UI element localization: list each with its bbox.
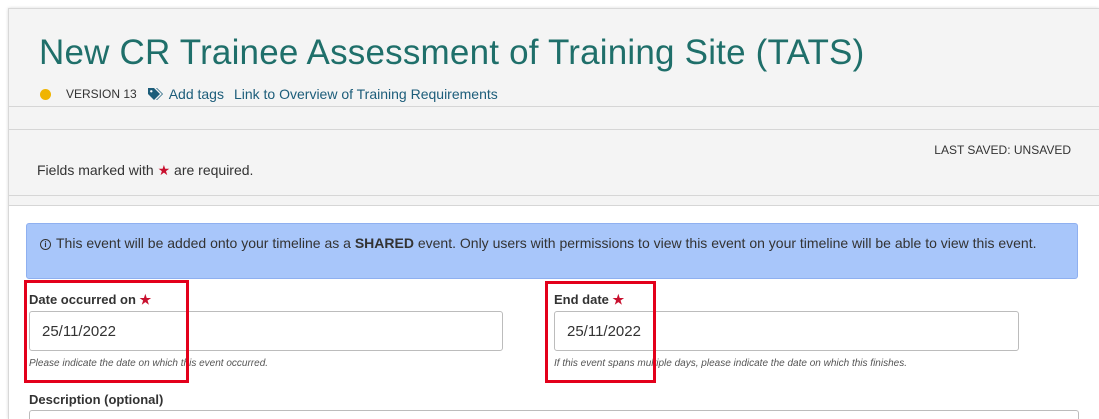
form-status-section: Fields marked with ★ are required. LAST …	[9, 131, 1099, 196]
page-title: New CR Trainee Assessment of Training Si…	[39, 33, 865, 72]
page-header: New CR Trainee Assessment of Training Si…	[9, 9, 1099, 107]
end-date-highlight-box	[545, 281, 656, 383]
last-saved-status: LAST SAVED: UNSAVED	[934, 143, 1071, 157]
info-text-strong: SHARED	[354, 235, 414, 251]
add-tags-link[interactable]: Add tags	[169, 86, 224, 102]
info-circle-icon: i	[40, 239, 51, 250]
overview-requirements-link[interactable]: Link to Overview of Training Requirement…	[234, 86, 498, 102]
description-input[interactable]	[29, 410, 1079, 419]
description-label: Description (optional)	[29, 392, 164, 407]
required-note: Fields marked with ★ are required.	[37, 162, 253, 179]
required-star-icon: ★	[157, 162, 171, 178]
section-divider	[9, 108, 1099, 130]
version-label: VERSION 13	[66, 87, 137, 101]
shared-event-info-alert: i This event will be added onto your time…	[26, 223, 1078, 279]
date-occurred-highlight-box	[24, 280, 189, 383]
form-meta-row: VERSION 13 Add tags Link to Overview of …	[39, 85, 508, 103]
required-prefix: Fields marked with	[37, 162, 154, 178]
info-text-before: This event will be added onto your timel…	[56, 235, 351, 251]
tag-icon[interactable]	[147, 87, 163, 101]
required-suffix: are required.	[174, 162, 254, 178]
status-dot-icon	[40, 88, 51, 100]
info-text-after: event. Only users with permissions to vi…	[417, 235, 1037, 251]
